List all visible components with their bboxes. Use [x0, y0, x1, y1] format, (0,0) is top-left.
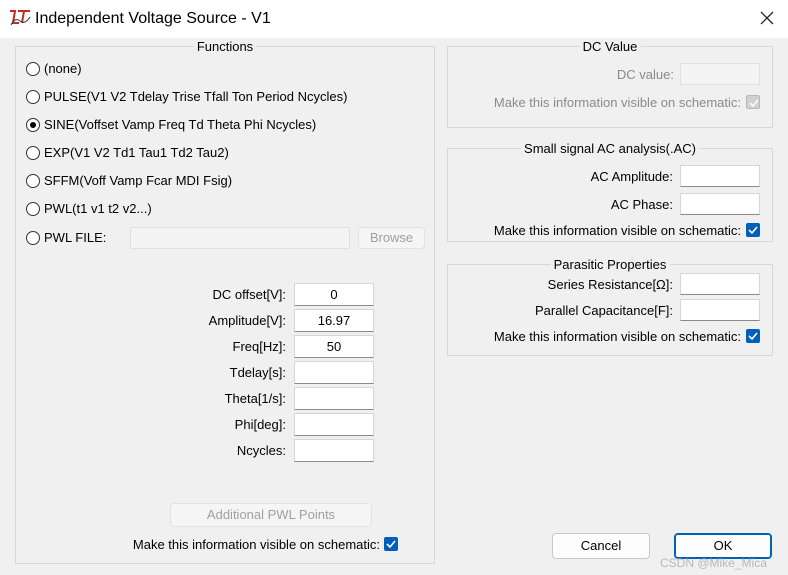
series-resistance-label: Series Resistance[Ω]: — [547, 277, 673, 292]
functions-legend: Functions — [193, 39, 257, 54]
parasitic-legend: Parasitic Properties — [550, 257, 670, 272]
dc-visible-label: Make this information visible on schemat… — [493, 95, 741, 110]
dc-value-group — [447, 46, 773, 128]
ac-visible-checkbox[interactable] — [746, 223, 760, 237]
amplitude-label: Amplitude[V]: — [208, 313, 286, 328]
parasitic-visible-label: Make this information visible on schemat… — [493, 329, 741, 344]
dc-value-label: DC value: — [616, 67, 674, 82]
ac-phase-label: AC Phase: — [610, 197, 673, 212]
radio-none[interactable] — [26, 62, 40, 76]
radio-pwl-file[interactable] — [26, 231, 40, 245]
freq-input[interactable]: 50 — [294, 335, 374, 358]
radio-pwl-label: PWL(t1 v1 t2 v2...) — [44, 201, 152, 216]
ncycles-label: Ncycles: — [236, 443, 286, 458]
radio-exp-label: EXP(V1 V2 Td1 Tau1 Td2 Tau2) — [44, 145, 229, 160]
dc-offset-label: DC offset[V]: — [212, 287, 286, 302]
parallel-capacitance-input[interactable] — [680, 299, 760, 321]
radio-exp[interactable] — [26, 146, 40, 160]
tdelay-input[interactable] — [294, 361, 374, 384]
dc-visible-checkbox[interactable] — [746, 95, 760, 109]
radio-sine[interactable] — [26, 118, 40, 132]
dc-value-input[interactable] — [680, 63, 760, 85]
phi-label: Phi[deg]: — [234, 417, 286, 432]
theta-input[interactable] — [294, 387, 374, 410]
phi-input[interactable] — [294, 413, 374, 436]
ncycles-input[interactable] — [294, 439, 374, 462]
series-resistance-input[interactable] — [680, 273, 760, 295]
functions-visible-checkbox[interactable] — [384, 537, 398, 551]
window-title: Independent Voltage Source - V1 — [35, 10, 271, 27]
dc-offset-input[interactable]: 0 — [294, 283, 374, 306]
ac-amplitude-label: AC Amplitude: — [590, 169, 673, 184]
pwl-file-input[interactable] — [130, 227, 350, 249]
dc-value-legend: DC Value — [579, 39, 641, 54]
radio-none-label: (none) — [44, 61, 82, 76]
radio-sffm-label: SFFM(Voff Vamp Fcar MDI Fsig) — [44, 173, 233, 188]
radio-sine-label: SINE(Voffset Vamp Freq Td Theta Phi Ncyc… — [44, 117, 317, 132]
ac-legend: Small signal AC analysis(.AC) — [521, 141, 699, 156]
parasitic-visible-checkbox[interactable] — [746, 329, 760, 343]
freq-label: Freq[Hz]: — [232, 339, 286, 354]
amplitude-input[interactable]: 16.97 — [294, 309, 374, 332]
close-icon[interactable] — [758, 9, 776, 27]
radio-pwl-file-label: PWL FILE: — [44, 230, 107, 245]
radio-sffm[interactable] — [26, 174, 40, 188]
radio-pwl[interactable] — [26, 202, 40, 216]
additional-pwl-points-button[interactable]: Additional PWL Points — [170, 503, 372, 527]
ac-visible-label: Make this information visible on schemat… — [493, 223, 741, 238]
browse-button[interactable]: Browse — [358, 227, 425, 249]
theta-label: Theta[1/s]: — [224, 391, 286, 406]
radio-pulse[interactable] — [26, 90, 40, 104]
tdelay-label: Tdelay[s]: — [229, 365, 286, 380]
functions-visible-label: Make this information visible on schemat… — [132, 537, 380, 552]
ltspice-app-icon — [9, 9, 31, 27]
radio-pulse-label: PULSE(V1 V2 Tdelay Trise Tfall Ton Perio… — [44, 89, 348, 104]
cancel-button[interactable]: Cancel — [552, 533, 650, 559]
ac-amplitude-input[interactable] — [680, 165, 760, 187]
watermark-text: CSDN @Mike_Mica — [660, 556, 767, 570]
parallel-capacitance-label: Parallel Capacitance[F]: — [534, 303, 673, 318]
ac-phase-input[interactable] — [680, 193, 760, 215]
